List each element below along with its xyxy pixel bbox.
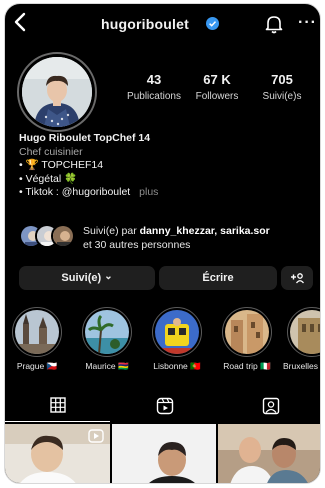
reels-icon — [156, 397, 174, 415]
stat-publications[interactable]: 43 Publications — [123, 72, 185, 102]
grid-icon — [50, 397, 66, 413]
highlight-cover-image — [15, 310, 59, 354]
followed-by-accounts: danny_khezzar, sarika.sor — [139, 225, 270, 237]
highlight-label: Road trip 🇮🇹 — [223, 361, 271, 371]
profile-category: Chef cuisinier — [19, 145, 83, 158]
chevron-down-icon: ⌄ — [104, 271, 113, 282]
story-highlight-bruxelles[interactable]: Bruxelles — [283, 307, 320, 371]
tab-reels[interactable] — [111, 390, 216, 422]
profile-bio: Hugo Riboulet TopChef 14 Chef cuisinier … — [19, 132, 158, 200]
tab-posts-grid[interactable] — [5, 390, 110, 422]
profile-avatar-ring[interactable] — [17, 52, 97, 132]
more-options-icon[interactable]: ··· — [298, 14, 317, 32]
tagged-user-icon — [262, 397, 280, 415]
following-button-label: Suivi(e) — [61, 272, 102, 284]
stat-followers[interactable]: 67 K Followers — [191, 72, 243, 102]
post-thumbnail[interactable] — [112, 424, 216, 483]
message-button-label: Écrire — [202, 272, 234, 284]
followed-by-suffix: et 30 autres personnes — [83, 239, 191, 251]
following-count: 705 — [271, 72, 293, 87]
highlight-cover-image — [290, 310, 320, 354]
tab-tagged[interactable] — [217, 390, 320, 422]
add-user-icon — [291, 273, 305, 284]
highlight-label: Bruxelles — [283, 361, 318, 371]
notification-bell-icon[interactable] — [265, 14, 283, 34]
bio-line-tiktok: • Tiktok : @hugoriboulet plus — [19, 186, 158, 200]
back-arrow-icon[interactable] — [12, 11, 30, 33]
followed-by-text: Suivi(e) par danny_khezzar, sarika.sor e… — [83, 224, 270, 252]
story-highlight-lisbonne[interactable]: Lisbonne 🇵🇹 — [147, 307, 207, 372]
post-thumbnail[interactable] — [218, 424, 320, 483]
highlight-cover-image — [85, 310, 129, 354]
story-highlight-prague[interactable]: Prague 🇨🇿 — [7, 307, 67, 372]
bio-tiktok-text: • Tiktok : @hugoriboulet — [19, 186, 131, 198]
suggested-users-button[interactable] — [281, 266, 313, 290]
following-label: Suivi(e)s — [262, 91, 302, 102]
highlight-label: Maurice 🇲🇺 — [85, 361, 129, 371]
highlight-cover-image — [225, 310, 269, 354]
bio-more-link[interactable]: plus — [139, 186, 158, 198]
story-highlight-maurice[interactable]: Maurice 🇲🇺 — [77, 307, 137, 372]
message-button[interactable]: Écrire — [159, 266, 277, 290]
publications-label: Publications — [127, 91, 181, 102]
content-tabs — [5, 390, 320, 422]
top-bar: hugoriboulet ··· — [5, 4, 320, 44]
avatar — [22, 57, 92, 127]
highlight-label: Prague 🇨🇿 — [16, 361, 58, 371]
profile-username: hugoriboulet — [101, 16, 189, 32]
mutual-follower-avatar — [51, 224, 75, 248]
profile-full-name: Hugo Riboulet TopChef 14 — [19, 132, 151, 144]
verified-badge-icon — [206, 17, 219, 30]
posts-grid — [5, 424, 320, 483]
followed-by-section[interactable]: Suivi(e) par danny_khezzar, sarika.sor e… — [19, 222, 319, 254]
stat-following[interactable]: 705 Suivi(e)s — [253, 72, 311, 102]
following-button[interactable]: Suivi(e) ⌄ — [19, 266, 155, 290]
followed-by-prefix: Suivi(e) par — [83, 225, 140, 237]
followers-count: 67 K — [203, 72, 231, 87]
followers-label: Followers — [195, 91, 239, 102]
story-highlight-road-trip[interactable]: Road trip 🇮🇹 — [217, 307, 277, 372]
highlight-label: Lisbonne 🇵🇹 — [153, 361, 201, 371]
highlight-cover-image — [155, 310, 199, 354]
post-thumbnail[interactable] — [5, 424, 110, 483]
bio-line-topchef: • 🏆 TOPCHEF14 — [19, 159, 104, 171]
bio-line-vegetal: • Végétal 🍀 — [19, 172, 78, 185]
publications-count: 43 — [146, 72, 162, 87]
profile-screen: hugoriboulet ··· 43 Publications 67 K Fo… — [4, 3, 321, 484]
